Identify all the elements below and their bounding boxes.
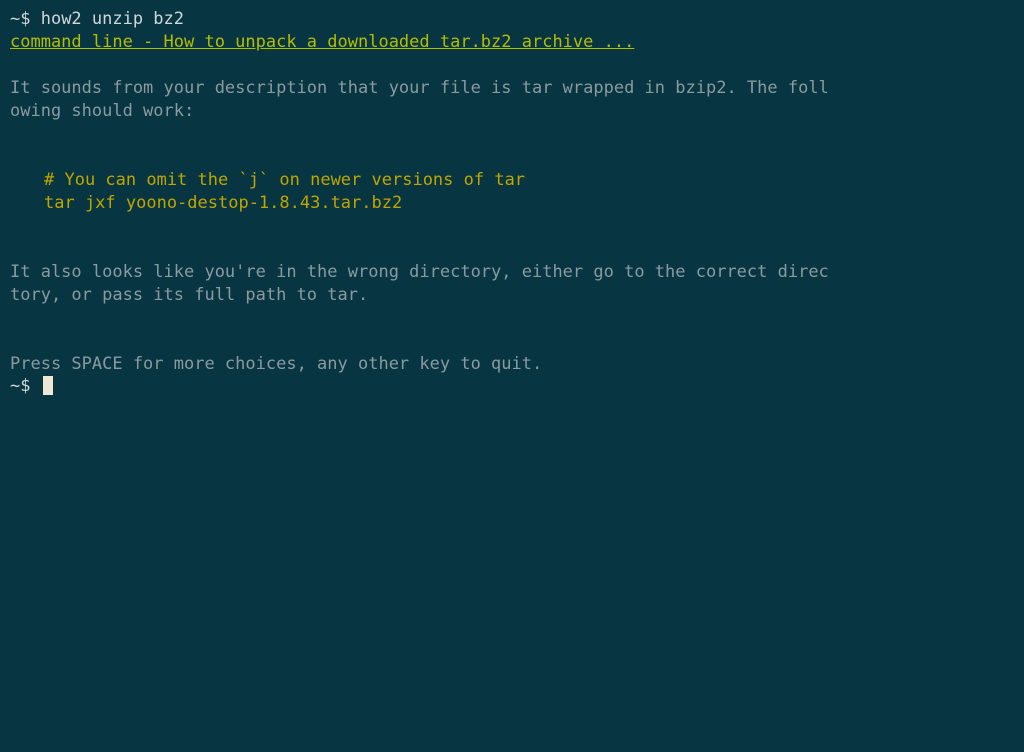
result-paragraph-1-line-2: owing should work: (10, 100, 1014, 123)
entered-command: how2 unzip bz2 (41, 9, 184, 29)
prompt-symbol: ~$ (10, 376, 41, 396)
code-command: tar jxf yoono-destop-1.8.43.tar.bz2 (10, 192, 1014, 215)
prompt-symbol: ~$ (10, 9, 41, 29)
prompt-line-2[interactable]: ~$ (10, 375, 1014, 398)
footer-hint: Press SPACE for more choices, any other … (10, 353, 1014, 376)
result-paragraph-1-line-1: It sounds from your description that you… (10, 77, 1014, 100)
result-paragraph-2-line-1: It also looks like you're in the wrong d… (10, 261, 1014, 284)
terminal-output[interactable]: ~$ how2 unzip bz2 command line - How to … (10, 8, 1014, 398)
code-comment: # You can omit the `j` on newer versions… (10, 169, 1014, 192)
result-title-link: command line - How to unpack a downloade… (10, 31, 1014, 54)
prompt-line-1: ~$ how2 unzip bz2 (10, 8, 1014, 31)
result-paragraph-2-line-2: tory, or pass its full path to tar. (10, 284, 1014, 307)
cursor-icon (43, 376, 53, 395)
